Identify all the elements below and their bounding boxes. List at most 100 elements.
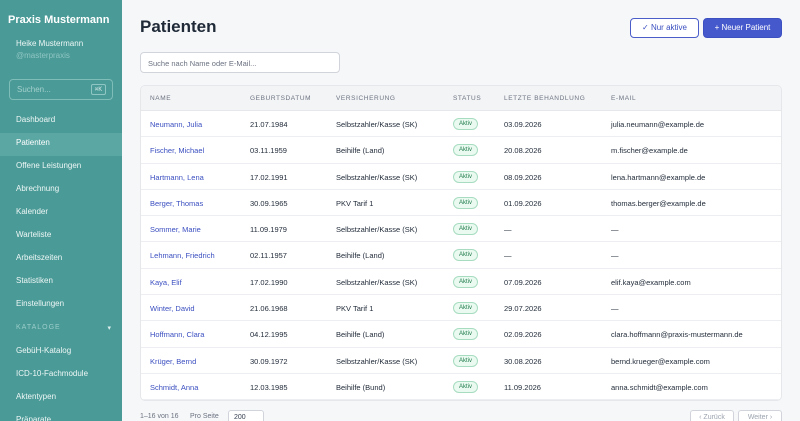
column-header-insurance[interactable]: VERSICHERUNG (336, 95, 396, 102)
column-header-birthdate[interactable]: GEBURTSDATUM (250, 95, 311, 102)
birthdate-cell: 30.09.1972 (250, 356, 288, 366)
patient-name-link[interactable]: Neumann, Julia (150, 120, 202, 129)
column-header-status[interactable]: STATUS (453, 95, 481, 102)
result-count: 1–16 von 16 (140, 413, 179, 420)
user-name: Heike Mustermann (16, 39, 84, 48)
insurance-cell: Beihilfe (Land) (336, 251, 385, 261)
insurance-cell: Selbstzahler/Kasse (SK) (336, 172, 418, 182)
table-row[interactable]: Schmidt, Anna 12.03.1985 Beihilfe (Bund) Ak… (141, 374, 781, 400)
last-treatment-cell: — (504, 251, 512, 261)
table-body: Neumann, Julia 21.07.1984 Selbstzahler/Kas… (141, 111, 781, 400)
sidebar-nav: Dashboard Patienten Offene Leistungen Ab… (0, 110, 122, 317)
last-treatment-cell: 07.09.2026 (504, 277, 542, 287)
last-treatment-cell: 11.09.2026 (504, 382, 541, 392)
sidebar: Praxis Mustermann Heike Mustermann @mast… (0, 0, 122, 421)
section-kataloge[interactable]: KATALOGE ▾ (16, 324, 112, 332)
sidebar-item-aktentypen[interactable]: Aktentypen (0, 387, 122, 410)
status-badge: Aktiv (453, 328, 479, 341)
insurance-cell: Selbstzahler/Kasse (SK) (336, 277, 418, 287)
birthdate-cell: 21.07.1984 (250, 120, 288, 129)
table-row[interactable]: Sommer, Marie 11.09.1979 Selbstzahler/Kass… (141, 216, 781, 243)
email-cell: elif.kaya@example.com (611, 277, 691, 287)
sidebar-item-gebueh-katalog[interactable]: GebüH-Katalog (0, 341, 122, 364)
status-badge: Aktiv (453, 118, 479, 130)
last-treatment-cell: 01.09.2026 (504, 198, 542, 208)
email-cell: anna.schmidt@example.com (611, 382, 708, 392)
patient-name-link[interactable]: Winter, David (150, 304, 195, 313)
status-badge: Aktiv (453, 144, 479, 157)
insurance-cell: Selbstzahler/Kasse (SK) (336, 120, 418, 129)
status-badge: Aktiv (453, 354, 479, 367)
birthdate-cell: 02.11.1957 (250, 251, 287, 261)
filter-active-button[interactable]: ✓ Nur aktive (630, 18, 699, 38)
per-page-select[interactable]: 200 (228, 410, 264, 421)
insurance-cell: PKV Tarif 1 (336, 198, 374, 208)
per-page-label: Pro Seite (190, 413, 219, 420)
sidebar-item-arbeitszeiten[interactable]: Arbeitszeiten (0, 248, 122, 271)
patient-search-input[interactable]: Suche nach Name oder E-Mail... (140, 52, 340, 73)
patient-name-link[interactable]: Kaya, Elif (150, 278, 182, 287)
status-badge: Aktiv (453, 380, 479, 393)
birthdate-cell: 12.03.1985 (250, 382, 288, 392)
chevron-down-icon: ▾ (107, 325, 112, 332)
table-row[interactable]: Hoffmann, Clara 04.12.1995 Beihilfe (Land)… (141, 321, 781, 348)
patient-name-link[interactable]: Berger, Thomas (150, 199, 203, 208)
sidebar-item-abrechnung[interactable]: Abrechnung (0, 179, 122, 202)
email-cell: julia.neumann@example.de (611, 120, 705, 129)
sidebar-item-warteliste[interactable]: Warteliste (0, 225, 122, 248)
last-treatment-cell: 30.08.2026 (504, 356, 542, 366)
column-header-name[interactable]: NAME (150, 95, 171, 102)
patient-name-link[interactable]: Hartmann, Lena (150, 173, 204, 182)
insurance-cell: Beihilfe (Land) (336, 330, 385, 340)
table-row[interactable]: Berger, Thomas 30.09.1965 PKV Tarif 1 Aktiv… (141, 190, 781, 217)
sidebar-item-kalender[interactable]: Kalender (0, 202, 122, 225)
column-header-email[interactable]: E-MAIL (611, 95, 636, 102)
table-row[interactable]: Winter, David 21.06.1968 PKV Tarif 1 Aktiv 2… (141, 295, 781, 322)
table-row[interactable]: Neumann, Julia 21.07.1984 Selbstzahler/Kas… (141, 111, 781, 138)
birthdate-cell: 03.11.1959 (250, 146, 287, 156)
table-row[interactable]: Fischer, Michael 03.11.1959 Beihilfe (Land… (141, 137, 781, 164)
sidebar-item-patienten[interactable]: Patienten (0, 133, 122, 156)
patient-name-link[interactable]: Schmidt, Anna (150, 383, 198, 392)
patient-name-link[interactable]: Krüger, Bernd (150, 357, 196, 366)
column-header-last-treatment[interactable]: LETZTE BEHANDLUNG (504, 95, 585, 102)
insurance-cell: PKV Tarif 1 (336, 304, 374, 314)
sidebar-search-placeholder: Suchen... (17, 85, 51, 94)
patient-name-link[interactable]: Lehmann, Friedrich (150, 251, 215, 260)
status-badge: Aktiv (453, 302, 479, 315)
email-cell: — (611, 225, 619, 235)
sidebar-item-icd10[interactable]: ICD-10-Fachmodule (0, 364, 122, 387)
prev-page-button[interactable]: ‹ Zurück (690, 410, 734, 421)
email-cell: thomas.berger@example.de (611, 198, 706, 208)
brand-name: Praxis Mustermann (8, 14, 110, 26)
table-row[interactable]: Lehmann, Friedrich 02.11.1957 Beihilfe (La… (141, 242, 781, 269)
patient-name-link[interactable]: Sommer, Marie (150, 225, 201, 234)
last-treatment-cell: 02.09.2026 (504, 330, 542, 340)
catalog-nav: GebüH-Katalog ICD-10-Fachmodule Aktentyp… (0, 341, 122, 421)
sidebar-item-einstellungen[interactable]: Einstellungen (0, 294, 122, 317)
email-cell: — (611, 304, 619, 314)
table-row[interactable]: Krüger, Bernd 30.09.1972 Selbstzahler/Kass… (141, 348, 781, 374)
next-page-button[interactable]: Weiter › (738, 410, 782, 421)
sidebar-item-praeparate[interactable]: Präparate (0, 410, 122, 421)
patient-name-link[interactable]: Hoffmann, Clara (150, 330, 204, 339)
patient-name-link[interactable]: Fischer, Michael (150, 146, 204, 155)
sidebar-item-dashboard[interactable]: Dashboard (0, 110, 122, 133)
email-cell: — (611, 251, 619, 261)
birthdate-cell: 17.02.1991 (250, 172, 288, 182)
table-row[interactable]: Kaya, Elif 17.02.1990 Selbstzahler/Kasse (… (141, 269, 781, 296)
sidebar-search-input[interactable]: Suchen... ⌘K (9, 79, 113, 100)
table-row[interactable]: Hartmann, Lena 17.02.1991 Selbstzahler/Kas… (141, 164, 781, 190)
insurance-cell: Beihilfe (Land) (336, 146, 385, 156)
email-cell: m.fischer@example.de (611, 146, 688, 156)
insurance-cell: Selbstzahler/Kasse (SK) (336, 225, 418, 235)
search-placeholder: Suche nach Name oder E-Mail... (148, 59, 257, 68)
sidebar-item-statistiken[interactable]: Statistiken (0, 271, 122, 294)
new-patient-button[interactable]: + Neuer Patient (703, 18, 782, 38)
last-treatment-cell: 03.09.2026 (504, 120, 542, 129)
status-badge: Aktiv (453, 196, 479, 209)
last-treatment-cell: 08.09.2026 (504, 172, 542, 182)
status-badge: Aktiv (453, 223, 479, 236)
sidebar-item-offene-leistungen[interactable]: Offene Leistungen (0, 156, 122, 179)
patients-table: NAME GEBURTSDATUM VERSICHERUNG STATUS LE… (140, 85, 782, 401)
